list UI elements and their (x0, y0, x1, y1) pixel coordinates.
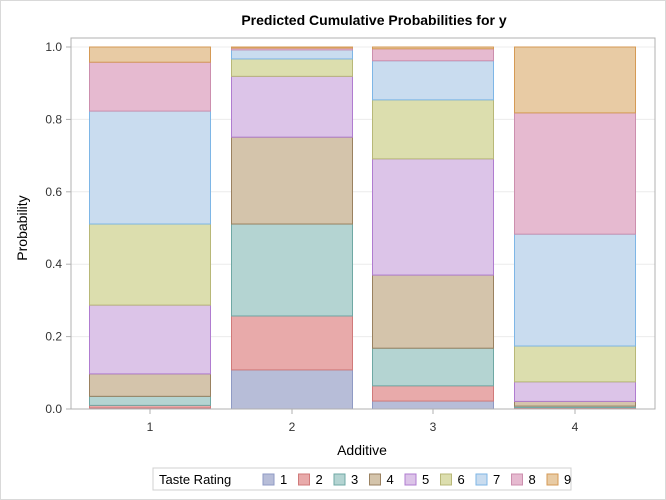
chart: Predicted Cumulative Probabilities for y… (14, 12, 656, 491)
x-tick-label: 3 (430, 420, 437, 434)
legend-label-2: 2 (316, 472, 323, 487)
y-tick-label: 0.0 (45, 402, 62, 416)
legend: Taste Rating 1 2 3 4 5 6 7 8 9 (152, 467, 572, 491)
chart-title: Predicted Cumulative Probabilities for y (241, 12, 507, 28)
legend-label-1: 1 (280, 472, 287, 487)
bar-segment-additive-1-rating-8 (89, 61, 211, 112)
legend-swatch-6 (440, 473, 452, 486)
x-tick-label: 1 (147, 420, 154, 434)
y-axis-label: Probability (14, 195, 30, 260)
bar-segment-additive-1-rating-5 (89, 304, 211, 375)
x-tick-label: 4 (572, 420, 579, 434)
bar-segment-additive-4-rating-4 (514, 400, 636, 407)
legend-label-4: 4 (387, 472, 394, 487)
x-axis-label: Additive (337, 442, 387, 458)
bar-segment-additive-3-rating-6 (372, 99, 494, 160)
legend-label-6: 6 (458, 472, 465, 487)
legend-swatch-7 (475, 473, 488, 486)
bar-segment-additive-1-rating-7 (89, 110, 211, 225)
x-axis: 1 2 3 4 (147, 409, 579, 434)
bar-segment-additive-3-rating-3 (372, 347, 494, 387)
legend-swatch-3 (333, 473, 346, 486)
bar-segment-additive-2-rating-4 (231, 136, 353, 225)
legend-swatch-1 (262, 473, 275, 486)
bar-segment-additive-2-rating-3 (231, 223, 353, 317)
legend-swatch-5 (404, 473, 417, 486)
bar-segment-additive-3-rating-5 (372, 158, 494, 276)
bar-segment-additive-4-rating-9 (514, 46, 636, 114)
legend-title: Taste Rating (159, 472, 231, 487)
legend-label-8: 8 (529, 472, 536, 487)
bar-segment-additive-3-rating-8 (372, 48, 494, 62)
bar-segment-additive-4-rating-7 (514, 233, 636, 347)
bar-segment-additive-2-rating-5 (231, 75, 353, 138)
legend-swatch-8 (511, 473, 523, 486)
bar-segment-additive-2-rating-2 (231, 315, 353, 371)
bar-segment-additive-1-rating-6 (89, 223, 211, 306)
legend-swatch-9 (546, 473, 559, 486)
bar-segment-additive-3-rating-4 (372, 274, 494, 349)
bar-segment-additive-3-rating-2 (372, 385, 494, 402)
bar-segment-additive-2-rating-1 (231, 369, 353, 410)
bar-segment-additive-3-rating-9 (372, 46, 494, 50)
y-axis: 0.0 0.2 0.4 0.6 0.8 1.0 (45, 40, 71, 416)
y-tick-label: 0.4 (45, 257, 62, 271)
bar-segment-additive-3-rating-7 (372, 60, 494, 101)
legend-swatch-2 (298, 473, 310, 486)
y-tick-label: 0.6 (45, 185, 62, 199)
y-tick-label: 0.8 (45, 112, 62, 126)
bar-segment-additive-1-rating-3 (89, 395, 211, 406)
legend-label-5: 5 (422, 472, 429, 487)
bar-segment-additive-4-rating-8 (514, 112, 636, 235)
bar-segment-additive-3-rating-1 (372, 400, 494, 410)
bar-segment-additive-1-rating-9 (89, 46, 211, 63)
legend-label-9: 9 (564, 472, 571, 487)
bar-segment-additive-4-rating-6 (514, 345, 636, 383)
legend-swatch-4 (369, 473, 381, 486)
y-tick-label: 1.0 (45, 40, 62, 54)
bar-segment-additive-4-rating-5 (514, 381, 636, 402)
y-tick-label: 0.2 (45, 330, 62, 344)
bars (89, 46, 636, 410)
legend-label-3: 3 (351, 472, 358, 487)
legend-label-7: 7 (493, 472, 500, 487)
bar-segment-additive-1-rating-4 (89, 373, 211, 397)
bar-segment-additive-2-rating-9 (231, 46, 353, 49)
bar-segment-additive-2-rating-6 (231, 58, 353, 77)
x-tick-label: 2 (289, 420, 296, 434)
bar-segment-additive-2-rating-7 (231, 49, 353, 60)
